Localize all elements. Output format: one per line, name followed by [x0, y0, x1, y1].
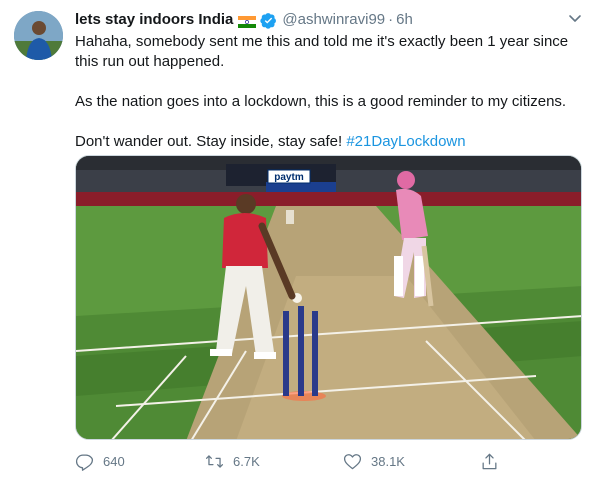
share-icon [482, 453, 497, 469]
hashtag-link[interactable]: #21DayLockdown [346, 133, 465, 150]
retweet-count: 6.7K [233, 453, 260, 469]
tweet-text: Hahaha, somebody sent me this and told m… [75, 32, 580, 152]
like-button[interactable]: 38.1K [343, 450, 405, 472]
tweet-media-photo[interactable]: paytm [75, 155, 582, 440]
reply-icon [75, 454, 94, 471]
tweet-text-line: Don't wander out. Stay inside, stay safe… [75, 132, 580, 152]
sponsor-sign: paytm [267, 169, 311, 184]
display-name[interactable]: lets stay indoors India [75, 10, 233, 30]
reply-count: 640 [103, 453, 125, 469]
retweet-button[interactable]: 6.7K [205, 450, 260, 472]
tweet-text-fragment: Don't wander out. Stay inside, stay safe… [75, 133, 347, 150]
india-flag-icon [238, 14, 257, 28]
verified-badge-icon [260, 12, 277, 29]
tweet-card[interactable]: lets stay indoors India @ashwinravi99 · … [0, 0, 597, 480]
tweet-actions: 640 6.7K 38.1K [75, 450, 580, 472]
sponsor-text: paytm [274, 172, 304, 183]
retweet-icon [205, 454, 224, 468]
user-handle[interactable]: @ashwinravi99 [282, 10, 385, 30]
avatar[interactable] [14, 11, 63, 60]
share-button[interactable] [480, 450, 508, 472]
tweet-header: lets stay indoors India @ashwinravi99 · … [75, 10, 413, 30]
separator-dot: · [388, 11, 394, 28]
chevron-down-icon[interactable] [565, 8, 585, 28]
tweet-text-line: Hahaha, somebody sent me this and told m… [75, 33, 569, 70]
tweet-text-line: As the nation goes into a lockdown, this… [75, 93, 567, 110]
like-count: 38.1K [371, 453, 405, 469]
heart-icon [343, 453, 362, 469]
timestamp[interactable]: 6h [396, 10, 413, 30]
reply-button[interactable]: 640 [75, 450, 125, 472]
